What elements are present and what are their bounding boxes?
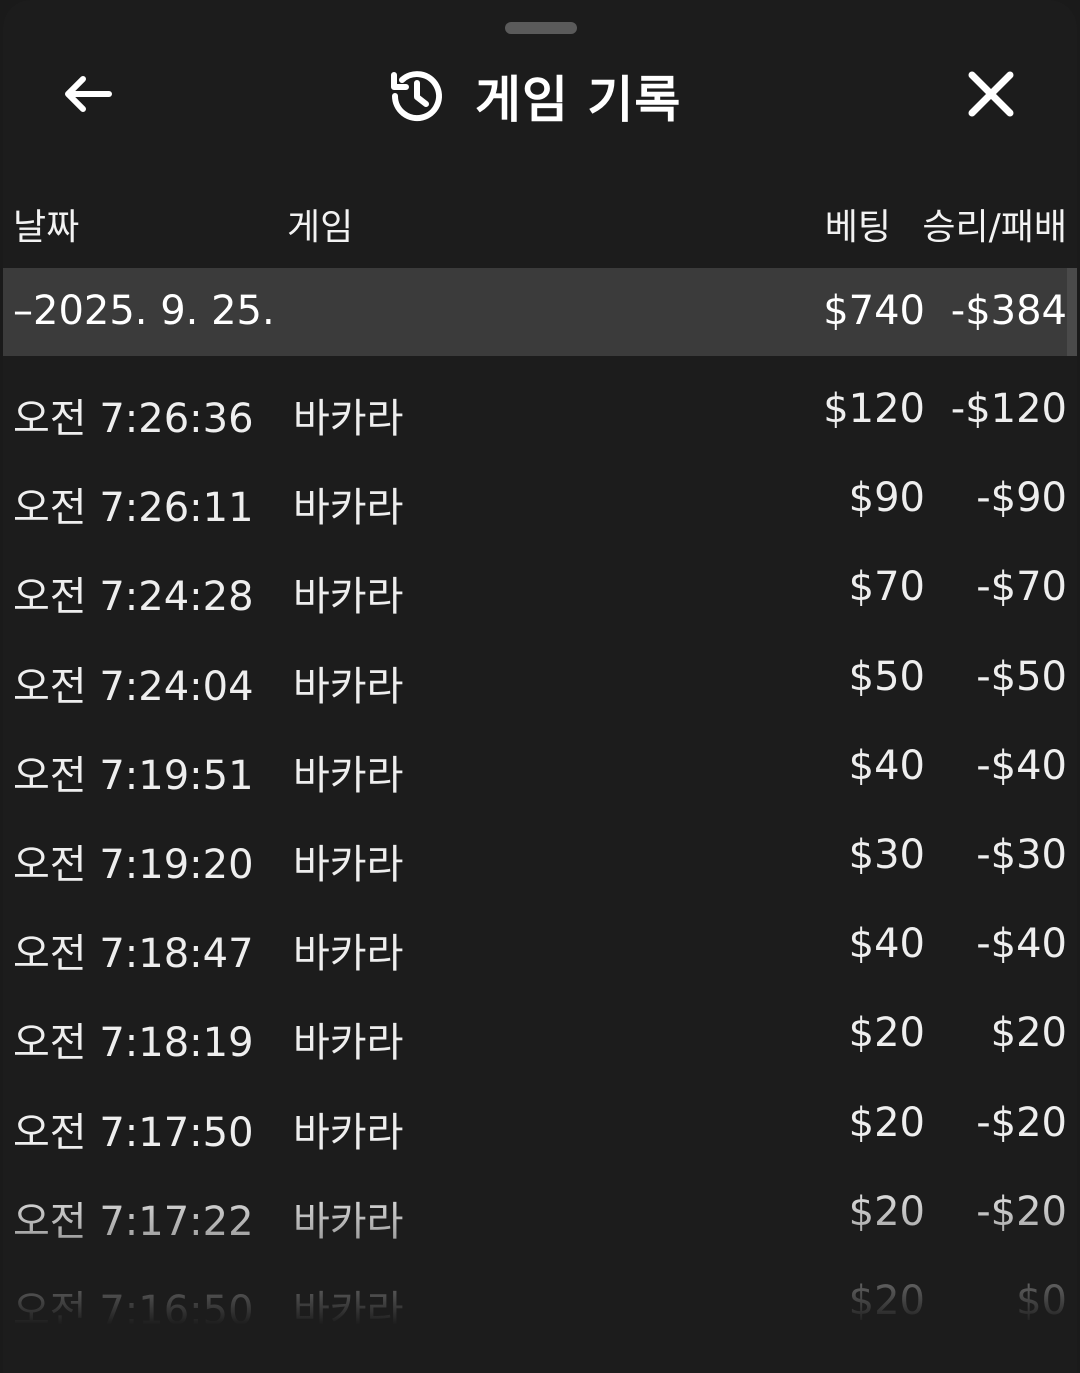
column-header-win-loss: 승리/패배 xyxy=(922,207,1067,248)
row-time: 오전 7:17:22 xyxy=(13,1198,254,1245)
back-button[interactable] xyxy=(55,66,119,126)
row-win-loss: $20 xyxy=(990,1010,1067,1057)
drag-handle[interactable] xyxy=(505,22,577,34)
row-bet: $40 xyxy=(848,742,925,789)
date-group-header[interactable]: –2025. 9. 25. $740 -$384 xyxy=(3,268,1077,356)
row-bet: $20 xyxy=(848,1277,925,1324)
scrollbar[interactable] xyxy=(1067,268,1077,356)
row-win-loss: -$40 xyxy=(976,742,1067,789)
header-title: 게임 기록 xyxy=(385,60,681,132)
row-bet: $50 xyxy=(848,653,925,700)
row-bet: $120 xyxy=(823,386,925,432)
row-time: 오전 7:19:51 xyxy=(13,752,254,799)
row-time: 오전 7:19:20 xyxy=(13,841,254,888)
row-bet: $20 xyxy=(848,1010,925,1057)
row-game: 바카라 xyxy=(293,752,404,799)
row-bet: $20 xyxy=(848,1099,925,1146)
row-time: 오전 7:18:47 xyxy=(13,931,254,978)
game-history-sheet: 게임 기록 날짜 게임 베팅 승리/패배 –2025. 9. 25. $740 … xyxy=(3,0,1077,1373)
row-win-loss: -$70 xyxy=(976,564,1067,611)
row-time: 오전 7:26:11 xyxy=(13,485,254,532)
row-win-loss: -$30 xyxy=(976,831,1067,878)
column-header-game: 게임 xyxy=(287,207,354,248)
row-time: 오전 7:24:28 xyxy=(13,574,254,621)
page-title: 게임 기록 xyxy=(475,71,682,129)
row-time: 오전 7:18:19 xyxy=(13,1020,254,1067)
date-group-win-loss-total: -$384 xyxy=(950,288,1067,334)
row-game: 바카라 xyxy=(293,1109,404,1156)
table-row[interactable]: 오전 7:17:50 바카라 $20 -$20 xyxy=(3,1078,1077,1167)
row-win-loss: -$90 xyxy=(976,475,1067,522)
row-bet: $40 xyxy=(848,921,925,968)
row-win-loss: -$20 xyxy=(976,1188,1067,1235)
table-row[interactable]: 오전 7:17:22 바카라 $20 -$20 xyxy=(3,1167,1077,1256)
table-row[interactable]: 오전 7:26:11 바카라 $90 -$90 xyxy=(3,453,1077,542)
date-group-date: –2025. 9. 25. xyxy=(13,288,275,334)
table-row[interactable]: 오전 7:18:47 바카라 $40 -$40 xyxy=(3,899,1077,988)
column-header-date: 날짜 xyxy=(13,207,80,248)
row-time: 오전 7:16:50 xyxy=(13,1287,254,1334)
close-icon xyxy=(966,69,1016,123)
row-time: 오전 7:26:36 xyxy=(13,396,254,442)
column-headers: 날짜 게임 베팅 승리/패배 xyxy=(3,190,1077,254)
table-row[interactable]: 오전 7:24:28 바카라 $70 -$70 xyxy=(3,542,1077,631)
table-row[interactable]: 오전 7:16:50 바카라 $20 $0 xyxy=(3,1256,1077,1345)
row-win-loss: -$40 xyxy=(976,921,1067,968)
table-row[interactable]: 오전 7:26:36 바카라 $120 -$120 xyxy=(3,364,1077,453)
arrow-left-icon xyxy=(61,74,113,118)
row-game: 바카라 xyxy=(293,663,404,710)
history-icon xyxy=(385,65,447,127)
row-win-loss: $0 xyxy=(1016,1277,1067,1324)
column-header-bet: 베팅 xyxy=(824,207,891,248)
table-row[interactable]: 오전 7:18:19 바카라 $20 $20 xyxy=(3,988,1077,1077)
row-time: 오전 7:24:04 xyxy=(13,663,254,710)
table-row[interactable]: 오전 7:19:20 바카라 $30 -$30 xyxy=(3,810,1077,899)
row-bet: $30 xyxy=(848,831,925,878)
row-win-loss: -$20 xyxy=(976,1099,1067,1146)
row-game: 바카라 xyxy=(293,396,404,442)
row-game: 바카라 xyxy=(293,1198,404,1245)
close-button[interactable] xyxy=(959,64,1023,128)
history-list: 오전 7:26:36 바카라 $120 -$120 오전 7:26:11 바카라 $90 -… xyxy=(3,364,1077,1345)
row-bet: $70 xyxy=(848,564,925,611)
row-game: 바카라 xyxy=(293,1020,404,1067)
row-game: 바카라 xyxy=(293,931,404,978)
row-bet: $90 xyxy=(848,475,925,522)
row-win-loss: -$120 xyxy=(950,386,1067,432)
table-row[interactable]: 오전 7:24:04 바카라 $50 -$50 xyxy=(3,632,1077,721)
row-bet: $20 xyxy=(848,1188,925,1235)
table-row[interactable]: 오전 7:19:51 바카라 $40 -$40 xyxy=(3,721,1077,810)
row-game: 바카라 xyxy=(293,485,404,532)
row-win-loss: -$50 xyxy=(976,653,1067,700)
date-group-bet-total: $740 xyxy=(823,288,925,334)
row-time: 오전 7:17:50 xyxy=(13,1109,254,1156)
row-game: 바카라 xyxy=(293,1287,404,1334)
row-game: 바카라 xyxy=(293,574,404,621)
row-game: 바카라 xyxy=(293,841,404,888)
